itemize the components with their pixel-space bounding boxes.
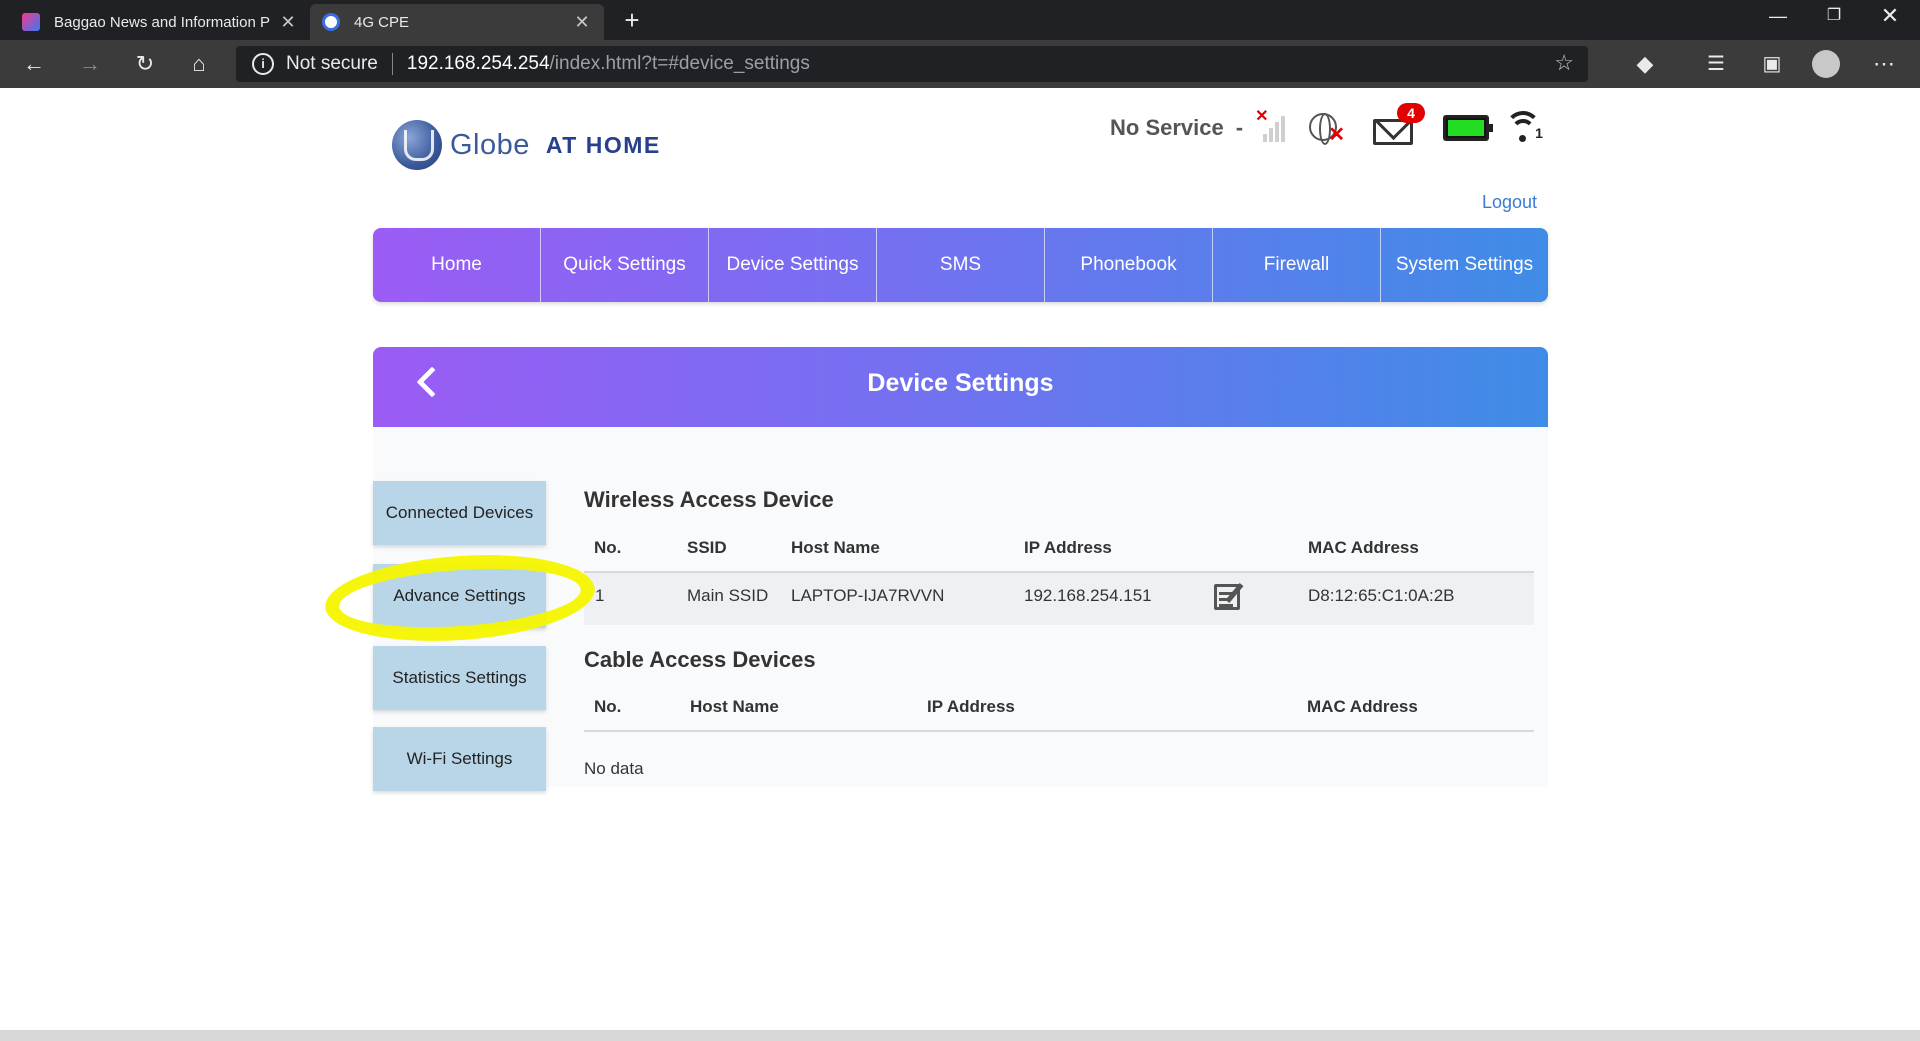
browser-tab-bar: Baggao News and Information P ✕ 4G CPE ✕… [0,0,1920,40]
tab-favicon-icon [322,13,340,31]
favorites-icon[interactable]: ☰ [1698,46,1734,82]
nav-device-settings[interactable]: Device Settings [708,228,876,302]
star-icon[interactable]: ☆ [1554,50,1574,76]
tab-close-icon[interactable]: ✕ [572,12,592,33]
sms-inbox-icon[interactable]: 4 [1373,103,1426,145]
minimize-icon[interactable]: — [1750,0,1806,40]
row-mac-address: D8:12:65:C1:0A:2B [1308,586,1455,605]
arrow-left-icon[interactable]: ← [16,46,52,82]
extension-icon[interactable]: ◆ [1627,46,1663,82]
url-host: 192.168.254.254 [406,53,550,74]
logo-tagline: AT HOME [545,131,661,158]
column-header-ip-address: IP Address [927,697,1015,716]
security-label: Not secure [286,53,378,74]
address-bar[interactable]: i Not secure 192.168.254.254 /index.html… [236,46,1588,82]
restore-icon[interactable]: ❐ [1806,0,1862,40]
row-ip-address: 192.168.254.151 [1024,586,1152,605]
side-menu-statistics-settings[interactable]: Statistics Settings [373,646,546,710]
nav-firewall[interactable]: Firewall [1212,228,1380,302]
wifi-icon: 1 [1505,111,1545,145]
internet-disconnected-icon: ✕ [1309,111,1345,146]
tab-title: Baggao News and Information P [54,13,270,31]
status-separator: - [1235,115,1244,140]
unread-count-badge: 4 [1397,103,1426,123]
nav-home[interactable]: Home [373,228,540,302]
column-header-ip-address: IP Address [1024,538,1112,557]
row-no: 1 [595,586,605,605]
wireless-table-title: Wireless Access Device [584,487,834,512]
tab-close-icon[interactable]: ✕ [278,12,298,33]
tab-title: 4G CPE [354,13,410,31]
profile-icon[interactable] [1808,46,1844,82]
edit-icon[interactable] [1214,582,1248,612]
page-title: Device Settings [867,369,1054,397]
home-icon[interactable]: ⌂ [181,46,217,82]
tab-favicon-icon [22,13,40,31]
close-window-icon[interactable]: ✕ [1862,0,1918,40]
more-icon[interactable]: ⋯ [1866,46,1902,82]
column-header-host-name: Host Name [690,697,779,716]
wifi-client-count: 1 [1535,125,1543,141]
nav-phonebook[interactable]: Phonebook [1044,228,1212,302]
column-header-no: No. [594,538,622,557]
row-host-name: LAPTOP-IJA7RVVN [791,586,945,605]
table-header-divider [584,730,1534,732]
browser-toolbar: ← → ↻ ⌂ i Not secure 192.168.254.254 /in… [0,40,1920,88]
column-header-host-name: Host Name [791,538,880,557]
main-navigation: Home Quick Settings Device Settings SMS … [373,228,1548,302]
address-separator [391,53,393,75]
nav-sms[interactable]: SMS [876,228,1044,302]
info-icon[interactable]: i [252,53,274,75]
signal-strength-icon: ✕ [1255,108,1289,144]
cable-table-title: Cable Access Devices [584,647,816,672]
row-ssid: Main SSID [687,586,769,605]
new-tab-button[interactable]: + [616,4,648,36]
arrow-right-icon[interactable]: → [72,46,108,82]
empty-table-message: No data [584,759,644,778]
section-header: Device Settings [373,347,1548,427]
status-bar: No Service - ✕ ✕ 4 1 [1110,103,1545,148]
column-header-no: No. [594,697,622,716]
globe-logo-icon [392,120,442,170]
column-header-mac-address: MAC Address [1308,538,1419,557]
column-header-ssid: SSID [687,538,727,557]
taskbar-edge [0,1030,1920,1041]
logo-brand: Globe [450,128,530,161]
nav-quick-settings[interactable]: Quick Settings [540,228,708,302]
logout-link[interactable]: Logout [1482,192,1537,213]
tab-baggao-news[interactable]: Baggao News and Information P ✕ [10,4,310,40]
url-path: /index.html?t=#device_settings [549,53,810,74]
reload-icon[interactable]: ↻ [127,46,163,82]
nav-system-settings[interactable]: System Settings [1380,228,1548,302]
globe-at-home-logo: Globe AT HOME [392,120,661,170]
battery-icon [1443,115,1494,141]
collections-icon[interactable]: ▣ [1754,46,1790,82]
side-menu-wifi-settings[interactable]: Wi-Fi Settings [373,727,546,791]
side-menu-connected-devices[interactable]: Connected Devices [373,481,546,545]
tab-4g-cpe[interactable]: 4G CPE ✕ [310,4,604,40]
column-header-mac-address: MAC Address [1307,697,1418,716]
network-status: No Service [1110,115,1224,140]
